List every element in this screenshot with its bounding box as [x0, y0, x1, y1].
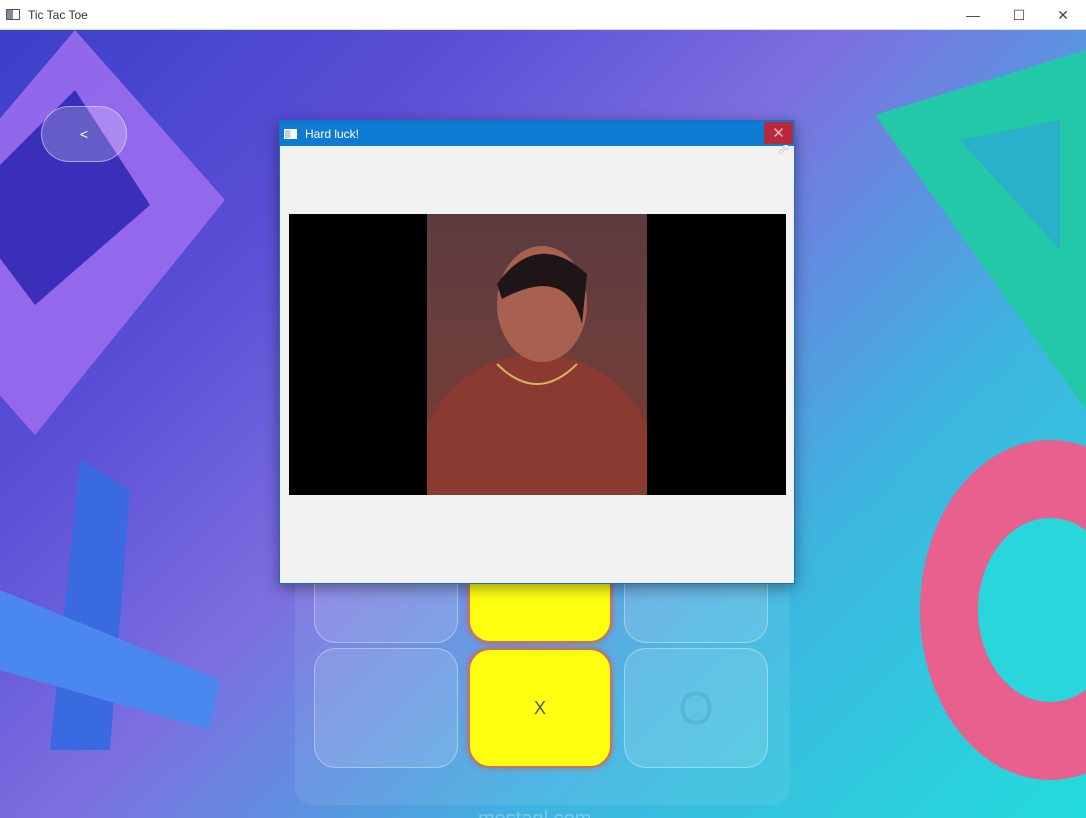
- maximize-button[interactable]: ☐: [996, 0, 1042, 30]
- cross-shape-icon: [0, 460, 220, 750]
- back-button[interactable]: <: [41, 106, 127, 162]
- close-button[interactable]: ✕: [1040, 0, 1086, 30]
- laughing-man-image: [427, 246, 647, 495]
- window-titlebar: Tic Tac Toe — ☐ ✕: [0, 0, 1086, 30]
- result-dialog: Hard luck! ✕: [279, 120, 795, 584]
- watermark: mostaql.com: [478, 808, 591, 818]
- board-cell-winning[interactable]: X: [468, 648, 612, 768]
- video-player: [289, 214, 786, 495]
- dialog-titlebar[interactable]: Hard luck! ✕: [280, 121, 794, 146]
- minimize-button[interactable]: —: [950, 0, 996, 30]
- window-title: Tic Tac Toe: [28, 7, 88, 22]
- circle-shape-icon: [920, 440, 1086, 780]
- video-frame: [427, 214, 647, 495]
- dialog-app-icon: [284, 128, 297, 139]
- dialog-title: Hard luck!: [305, 126, 360, 141]
- square-shape-icon: [0, 30, 225, 435]
- mouse-cursor-icon: ➚: [777, 141, 791, 158]
- app-icon: [6, 9, 20, 20]
- triangle-shape-icon: [875, 50, 1086, 410]
- board-cell[interactable]: [314, 648, 458, 768]
- board-cell[interactable]: O: [624, 648, 768, 768]
- o-mark: O: [678, 682, 714, 734]
